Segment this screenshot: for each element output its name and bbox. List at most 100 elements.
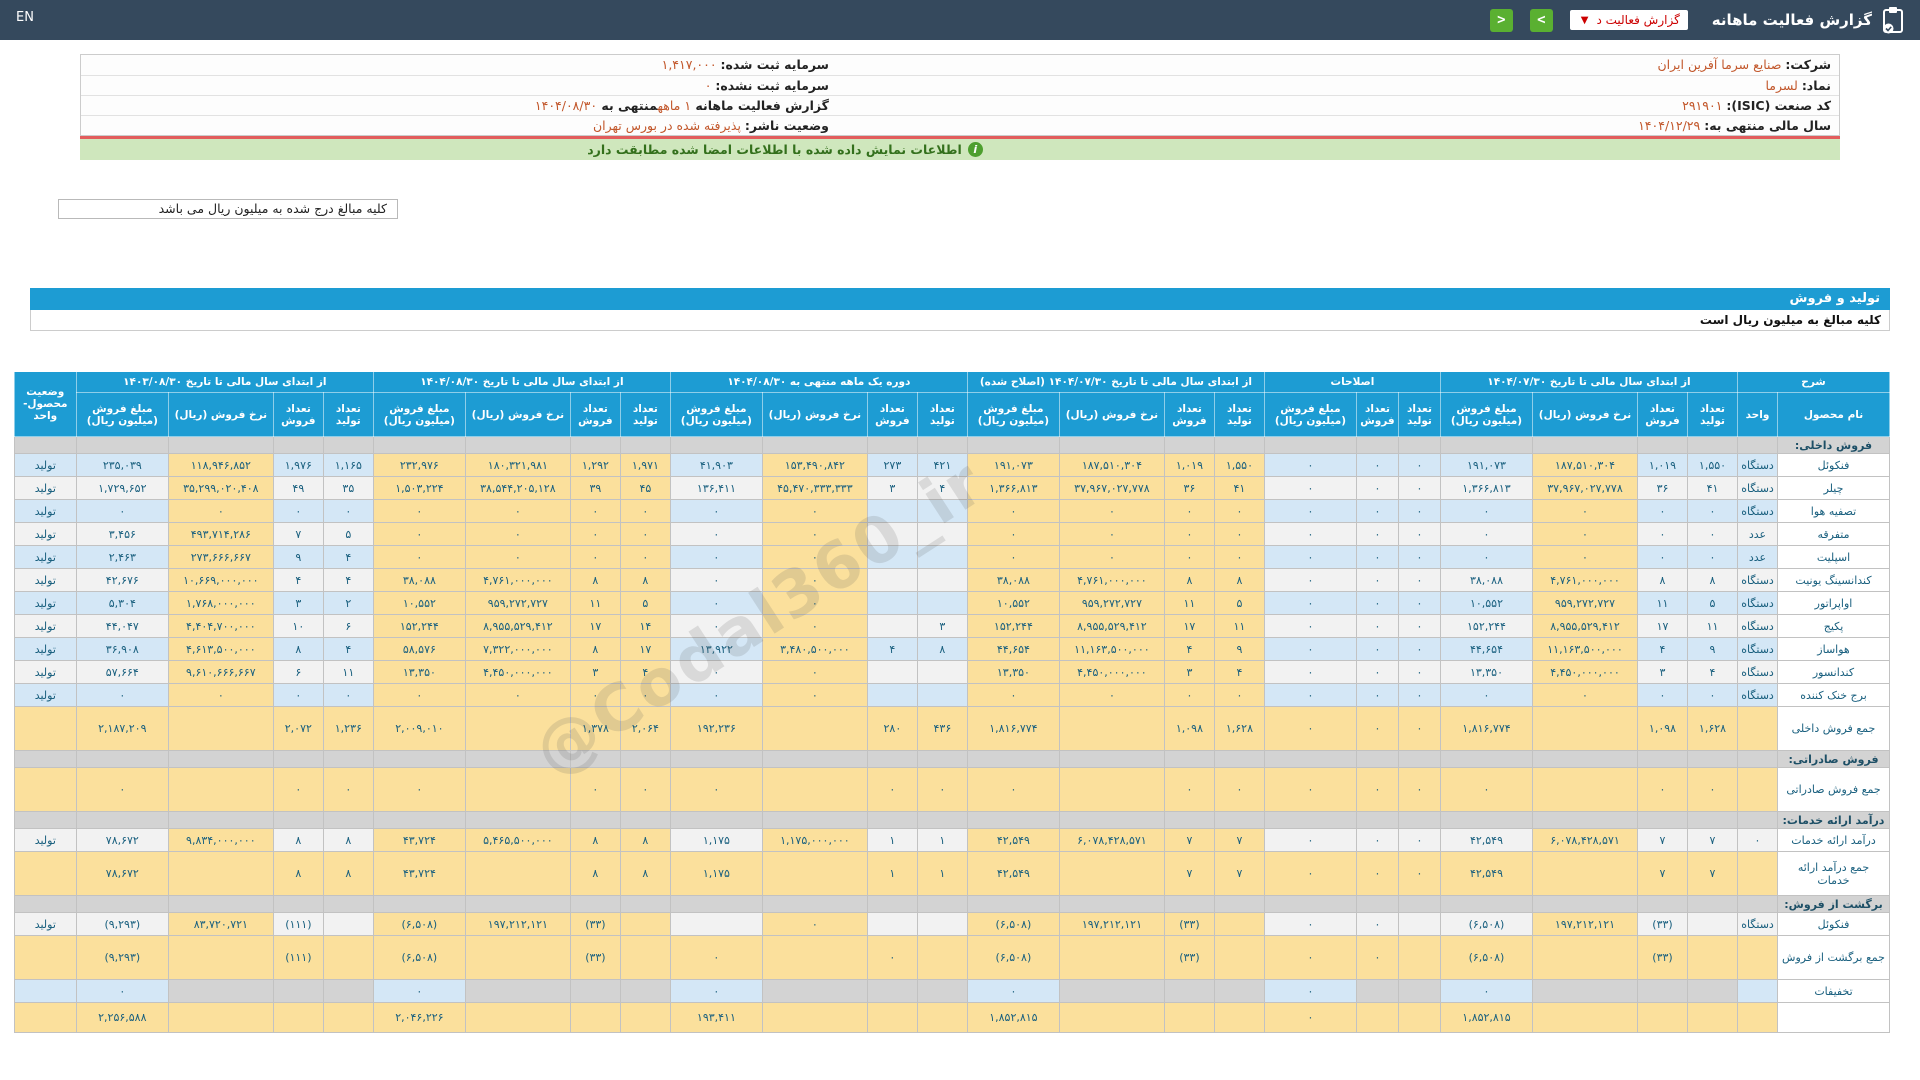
value-cell — [916, 436, 968, 454]
info-label: سرمایه ثبت نشده: — [715, 77, 829, 93]
value-cell: ۱۸۷,۵۱۰,۳۰۴ — [1058, 453, 1165, 477]
value-cell — [669, 811, 763, 829]
value-cell: ۲۳۲,۹۷۶ — [372, 453, 466, 477]
value-cell: ۹ — [272, 545, 324, 569]
value-cell — [1532, 811, 1638, 829]
product-name-cell: متفرقه — [1777, 522, 1890, 546]
column-header: تعداد فروش — [1355, 392, 1399, 437]
value-cell: ۰ — [1355, 453, 1399, 477]
info-label: گزارش فعالیت ماهانه — [691, 97, 829, 113]
value-cell — [866, 436, 918, 454]
value-cell: ۳۵ — [322, 476, 374, 500]
value-cell: ۰ — [1397, 614, 1441, 638]
value-cell — [916, 591, 968, 615]
status-cell — [13, 706, 77, 751]
value-cell: ۰ — [1687, 522, 1738, 546]
value-cell: ۱۱,۱۶۳,۵۰۰,۰۰۰ — [1532, 637, 1638, 661]
prev-report-button[interactable]: < — [1489, 8, 1513, 32]
value-cell — [464, 706, 571, 751]
value-cell — [1355, 436, 1399, 454]
value-cell: ۰ — [619, 545, 671, 569]
value-cell: ۷,۳۲۲,۰۰۰,۰۰۰ — [464, 637, 571, 661]
value-cell: ۱۱ — [1637, 591, 1688, 615]
table-row: فنکوئل دستگاه ۱,۵۵۰ ۱,۰۱۹ ۱۸۷,۵۱۰,۳۰۴ ۱۹۱,۰۷۳… — [13, 453, 1890, 477]
value-cell: ۱,۱۶۵ — [322, 453, 374, 477]
value-cell: (۶,۵۰۸) — [372, 935, 466, 980]
value-cell — [272, 895, 324, 913]
value-cell: ۱,۹۷۱ — [619, 453, 671, 477]
value-cell: ۷ — [1213, 851, 1265, 896]
section-row: درآمد ارائه خدمات: — [13, 811, 1890, 829]
info-value: پذیرفته شده در بورس تهران — [592, 117, 745, 133]
info-label: وضعیت ناشر: — [744, 117, 829, 133]
value-cell: ۶ — [272, 660, 324, 684]
value-cell: ۰ — [866, 767, 918, 812]
column-header: شرح — [1737, 371, 1890, 393]
amounts-unit-note: کلیه مبالغ درج شده به میلیون ریال می باش… — [58, 199, 398, 219]
status-cell: تولید — [13, 683, 77, 707]
value-cell — [1532, 706, 1638, 751]
product-name-cell: برج خنک کننده — [1777, 683, 1890, 707]
value-cell: ۰ — [966, 979, 1060, 1003]
value-cell: ۰ — [619, 767, 671, 812]
value-cell: ۲۳۵,۰۳۹ — [75, 453, 169, 477]
value-cell: ۵ — [1687, 591, 1738, 615]
value-cell: ۰ — [75, 683, 169, 707]
unit-cell — [1737, 851, 1778, 896]
value-cell: ۲ — [322, 591, 374, 615]
value-cell — [1355, 979, 1399, 1003]
report-type-dropdown[interactable]: گزارش فعالیت د ▼ — [1569, 10, 1688, 30]
value-cell: (۳۳) — [1637, 912, 1688, 936]
value-cell — [1687, 895, 1738, 913]
value-cell: ۱۵۲,۲۴۴ — [1439, 614, 1534, 638]
value-cell: ۰ — [669, 499, 763, 523]
value-cell: ۰ — [1163, 683, 1215, 707]
value-cell: ۰ — [569, 499, 621, 523]
value-cell: ۱,۵۵۰ — [1687, 453, 1738, 477]
value-cell: ۴۴,۶۵۴ — [966, 637, 1060, 661]
value-cell — [1687, 750, 1738, 768]
value-cell: ۲۸۰ — [866, 706, 918, 751]
value-cell: ۱,۶۲۸ — [1213, 706, 1265, 751]
unit-cell: دستگاه — [1737, 912, 1778, 936]
value-cell — [966, 811, 1060, 829]
unit-cell: عدد — [1737, 522, 1778, 546]
language-switch-en[interactable]: EN — [16, 10, 34, 25]
value-cell — [916, 1002, 968, 1033]
value-cell — [1355, 811, 1399, 829]
value-cell — [761, 979, 868, 1003]
value-cell: ۱۳,۳۵۰ — [1439, 660, 1534, 684]
product-name-cell: فروش صادراتی: — [1777, 750, 1890, 768]
next-report-button[interactable]: > — [1529, 8, 1553, 32]
value-cell: ۰ — [669, 614, 763, 638]
company-info-body: شرکت: صنایع سرما آفرین ایران سرمایه ثبت ش… — [81, 55, 1839, 135]
value-cell: ۴ — [866, 637, 918, 661]
column-header: نرخ فروش (ریال) — [761, 392, 868, 437]
value-cell: ۶,۰۷۸,۴۲۸,۵۷۱ — [1058, 828, 1165, 852]
value-cell — [464, 851, 571, 896]
value-cell — [1213, 1002, 1265, 1033]
chevron-right-icon: > — [1537, 11, 1546, 28]
value-cell: ۴,۷۶۱,۰۰۰,۰۰۰ — [464, 568, 571, 592]
value-cell — [669, 750, 763, 768]
value-cell: ۰ — [761, 522, 868, 546]
value-cell: ۰ — [1532, 545, 1638, 569]
unit-cell: عدد — [1737, 545, 1778, 569]
value-cell: ۳ — [1163, 660, 1215, 684]
value-cell: ۱۹۷,۲۱۲,۱۲۱ — [1532, 912, 1638, 936]
value-cell: ۴۵,۴۷۰,۳۳۳,۳۳۳ — [761, 476, 868, 500]
value-cell — [322, 895, 374, 913]
value-cell — [916, 660, 968, 684]
value-cell — [966, 436, 1060, 454]
value-cell: ۲,۲۵۶,۵۸۸ — [75, 1002, 169, 1033]
value-cell: ۴۱ — [1213, 476, 1265, 500]
value-cell: ۱۴ — [619, 614, 671, 638]
value-cell — [916, 912, 968, 936]
table-header: شرح از ابتدای سال مالی تا تاریخ ۱۴۰۴/۰۷/۳… — [13, 371, 1890, 437]
value-cell — [866, 811, 918, 829]
value-cell — [1213, 436, 1265, 454]
value-cell: ۱۳,۳۵۰ — [966, 660, 1060, 684]
value-cell: ۰ — [1397, 568, 1441, 592]
value-cell: ۴۲,۵۴۹ — [966, 828, 1060, 852]
value-cell — [272, 811, 324, 829]
